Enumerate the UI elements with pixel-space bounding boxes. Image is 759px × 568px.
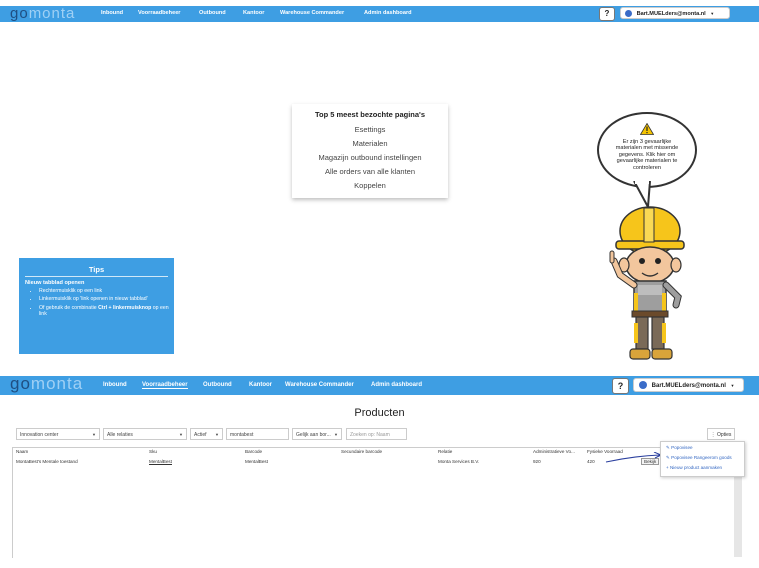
column-header-barcode[interactable]: Barcode (245, 449, 262, 454)
user-menu-button[interactable]: Bart.MUELders@monta.nl ▼ (633, 378, 744, 392)
nav-kantoor[interactable]: Kantoor (249, 382, 272, 388)
logo-monta: monta (28, 5, 76, 22)
nav-voorraadbeheer[interactable]: Voorraadbeheer (138, 10, 181, 16)
tip-text: Linkermuisklik op 'link openen in nieuw … (39, 296, 148, 303)
user-icon (639, 381, 647, 390)
context-menu-item[interactable]: + Nieuw product aanmaken (666, 465, 722, 470)
tip-text: Rechtermuisklik op een link (39, 288, 103, 294)
tip-item: Of gebruik de combinatie Ctrl + linkermu… (39, 305, 174, 318)
column-header-naam[interactable]: Naam (16, 449, 28, 454)
chevron-down-icon: ▼ (215, 432, 219, 437)
mascot-illustration (609, 206, 685, 360)
cell-naam: MontaBest's Mentale toestand (16, 459, 78, 464)
warning-speech-bubble[interactable]: Er zijn 3 gevaarlijke materialen met mis… (597, 112, 697, 188)
context-menu: ✎ Popovisee ✎ Popovisee Rangeerom goods … (660, 441, 745, 477)
tips-title: Tips (25, 265, 168, 277)
chevron-down-icon: ▼ (710, 11, 715, 16)
nav-inbound[interactable]: Inbound (101, 10, 123, 16)
tip-text: Of gebruik de combinatie (39, 304, 99, 311)
cell-administratieve-voorraad: 920 (533, 459, 541, 464)
tip-shortcut: Ctrl + linkermuisknop (98, 304, 152, 311)
chevron-down-icon: ▼ (730, 383, 735, 388)
relation-select-value: Alle relaties (107, 432, 133, 438)
warning-text: Er zijn 3 gevaarlijke materialen met mis… (615, 139, 679, 171)
chevron-down-icon: ▼ (179, 432, 183, 437)
nav-outbound[interactable]: Outbound (199, 10, 226, 16)
logo[interactable]: gomonta (10, 5, 75, 22)
logo-go: go (10, 374, 31, 393)
search-placeholder: Zoeken op: Naam (350, 432, 390, 438)
column-header-sku[interactable]: Sku (149, 449, 157, 454)
context-menu-label: Popovisee (671, 445, 693, 450)
tip-item: Linkermuisklik op 'link openen in nieuw … (39, 296, 174, 302)
products-navbar: gomonta Inbound Voorraadbeheer Outbound … (0, 373, 759, 397)
logo-monta: monta (30, 374, 84, 393)
context-menu-label: + Nieuw product aanmaken (666, 465, 723, 470)
top5-item[interactable]: Alle orders van alle klanten (292, 167, 448, 176)
user-menu-button[interactable]: Bart.MUELders@monta.nl ▼ (620, 7, 730, 19)
page-title: Producten (354, 407, 405, 419)
user-name: Bart.MUELders@monta.nl (636, 11, 706, 17)
user-name: Bart.MUELders@monta.nl (651, 383, 726, 389)
search-input[interactable]: Zoeken op: Naam (346, 428, 407, 440)
tips-list: Rechtermuisklik op een link Linkermuiskl… (19, 288, 174, 318)
logo[interactable]: gomonta (10, 374, 83, 394)
client-select[interactable]: Innovation center ▼ (16, 428, 100, 440)
cell-relatie: Monta Services B.V. (438, 459, 480, 464)
nav-voorraadbeheer[interactable]: Voorraadbeheer (142, 382, 188, 389)
match-select-value: Gelijk aan bor... (296, 432, 331, 438)
tips-subtitle: Nieuw tabblad openen (25, 280, 85, 286)
top-navbar: gomonta Inbound Voorraadbeheer Outbound … (0, 0, 759, 26)
nav-admin-dashboard[interactable]: Admin dashboard (364, 10, 412, 16)
chevron-down-icon: ▼ (92, 432, 96, 437)
column-header-relatie[interactable]: Relatie (438, 449, 452, 454)
nav-admin-dashboard[interactable]: Admin dashboard (371, 382, 422, 388)
nav-warehouse-commander[interactable]: Warehouse Commander (280, 10, 344, 16)
logo-go: go (10, 5, 29, 22)
cell-barcode: MentalBest (245, 459, 268, 464)
top5-item[interactable]: Materialen (292, 139, 448, 148)
client-select-value: Innovation center (20, 432, 59, 438)
nav-warehouse-commander[interactable]: Warehouse Commander (285, 382, 354, 388)
nav-kantoor[interactable]: Kantoor (243, 10, 264, 16)
warning-icon (640, 123, 654, 135)
top5-title: Top 5 meest bezochte pagina's (314, 110, 425, 119)
context-menu-item[interactable]: ✎ Popovisee (666, 445, 693, 451)
context-menu-item[interactable]: ✎ Popovisee Rangeerom goods (666, 455, 732, 461)
top5-item[interactable]: Magazijn outbound instellingen (292, 153, 448, 162)
nav-outbound[interactable]: Outbound (203, 382, 232, 388)
annotation-arrow (605, 452, 663, 463)
column-header-secundaire-barcode[interactable]: Secundaire barcode (341, 449, 382, 454)
relation-select[interactable]: Alle relaties ▼ (103, 428, 187, 440)
search-value-text: montabest (230, 432, 254, 438)
help-button[interactable]: ? (599, 7, 615, 21)
top5-item[interactable]: Esettings (292, 125, 448, 134)
search-value-input[interactable]: montabest (226, 428, 289, 440)
top5-item[interactable]: Koppelen (292, 181, 448, 190)
status-select[interactable]: Actief ▼ (190, 428, 223, 440)
column-header-administratieve-voorraad[interactable]: Administratieve Vo... (533, 449, 575, 454)
help-button[interactable]: ? (612, 378, 629, 394)
options-button[interactable]: ⋮ Opties (707, 428, 735, 440)
tip-item: Rechtermuisklik op een link (39, 288, 174, 294)
context-menu-label: Popovisee Rangeerom goods (671, 455, 732, 460)
nav-inbound[interactable]: Inbound (103, 382, 127, 388)
user-icon (625, 10, 632, 18)
match-select[interactable]: Gelijk aan bor... ▼ (292, 428, 342, 440)
tips-panel: Tips Nieuw tabblad openen Rechtermuiskli… (19, 258, 174, 354)
cell-fysieke-voorraad: 420 (587, 459, 595, 464)
help-icon: ? (617, 381, 624, 391)
top5-panel: Top 5 meest bezochte pagina's Esettings … (292, 104, 448, 198)
chevron-down-icon: ▼ (334, 432, 338, 437)
help-icon: ? (604, 9, 610, 18)
status-select-value: Actief (194, 432, 207, 438)
cell-sku: MentalBest (149, 459, 172, 464)
